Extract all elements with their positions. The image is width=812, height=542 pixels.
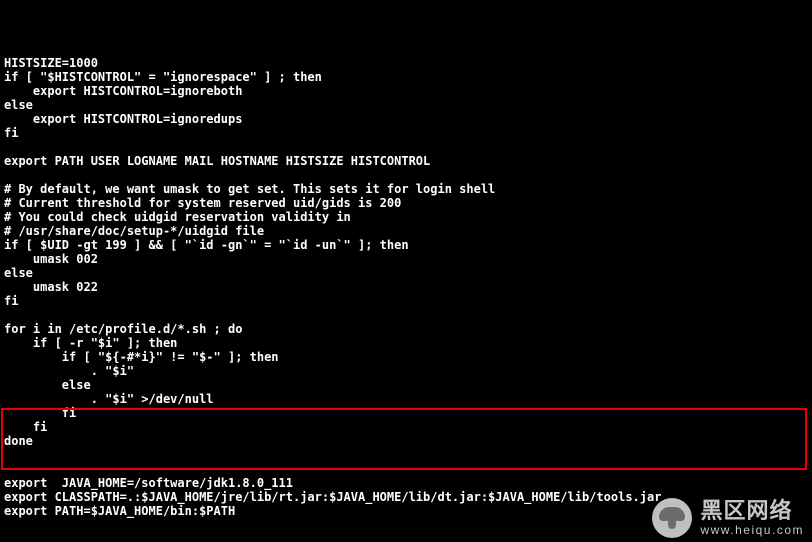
terminal-line: umask 022 — [0, 280, 812, 294]
terminal-line: if [ $UID -gt 199 ] && [ "`id -gn`" = "`… — [0, 238, 812, 252]
terminal-line: export HISTCONTROL=ignoredups — [0, 112, 812, 126]
terminal-line — [0, 308, 812, 322]
terminal-line: # By default, we want umask to get set. … — [0, 182, 812, 196]
terminal-line: for i in /etc/profile.d/*.sh ; do — [0, 322, 812, 336]
terminal-line: . "$i" — [0, 364, 812, 378]
terminal-line: if [ "$HISTCONTROL" = "ignorespace" ] ; … — [0, 70, 812, 84]
terminal-line — [0, 140, 812, 154]
terminal-line: export PATH USER LOGNAME MAIL HOSTNAME H… — [0, 154, 812, 168]
terminal-line: umask 002 — [0, 252, 812, 266]
terminal-line: else — [0, 98, 812, 112]
terminal-line: else — [0, 378, 812, 392]
terminal-line: HISTSIZE=1000 — [0, 56, 812, 70]
terminal-line — [0, 448, 812, 462]
terminal-line: done — [0, 434, 812, 448]
terminal-line — [0, 532, 812, 542]
terminal-line: if [ "${-#*i}" != "$-" ]; then — [0, 350, 812, 364]
terminal-line: fi — [0, 126, 812, 140]
terminal-line: export PATH=$JAVA_HOME/bin:$PATH — [0, 504, 812, 518]
terminal-line: else — [0, 266, 812, 280]
terminal-line: fi — [0, 420, 812, 434]
terminal-line: fi — [0, 294, 812, 308]
terminal-viewport[interactable]: HISTSIZE=1000if [ "$HISTCONTROL" = "igno… — [0, 56, 812, 542]
terminal-line — [0, 168, 812, 182]
terminal-line — [0, 518, 812, 532]
terminal-line: export CLASSPATH=.:$JAVA_HOME/jre/lib/rt… — [0, 490, 812, 504]
terminal-line — [0, 462, 812, 476]
terminal-line: export JAVA_HOME=/software/jdk1.8.0_111 — [0, 476, 812, 490]
terminal-line: # You could check uidgid reservation val… — [0, 210, 812, 224]
terminal-line: if [ -r "$i" ]; then — [0, 336, 812, 350]
terminal-line: export HISTCONTROL=ignoreboth — [0, 84, 812, 98]
terminal-line: # /usr/share/doc/setup-*/uidgid file — [0, 224, 812, 238]
terminal-line: . "$i" >/dev/null — [0, 392, 812, 406]
terminal-line: # Current threshold for system reserved … — [0, 196, 812, 210]
terminal-line: fi — [0, 406, 812, 420]
